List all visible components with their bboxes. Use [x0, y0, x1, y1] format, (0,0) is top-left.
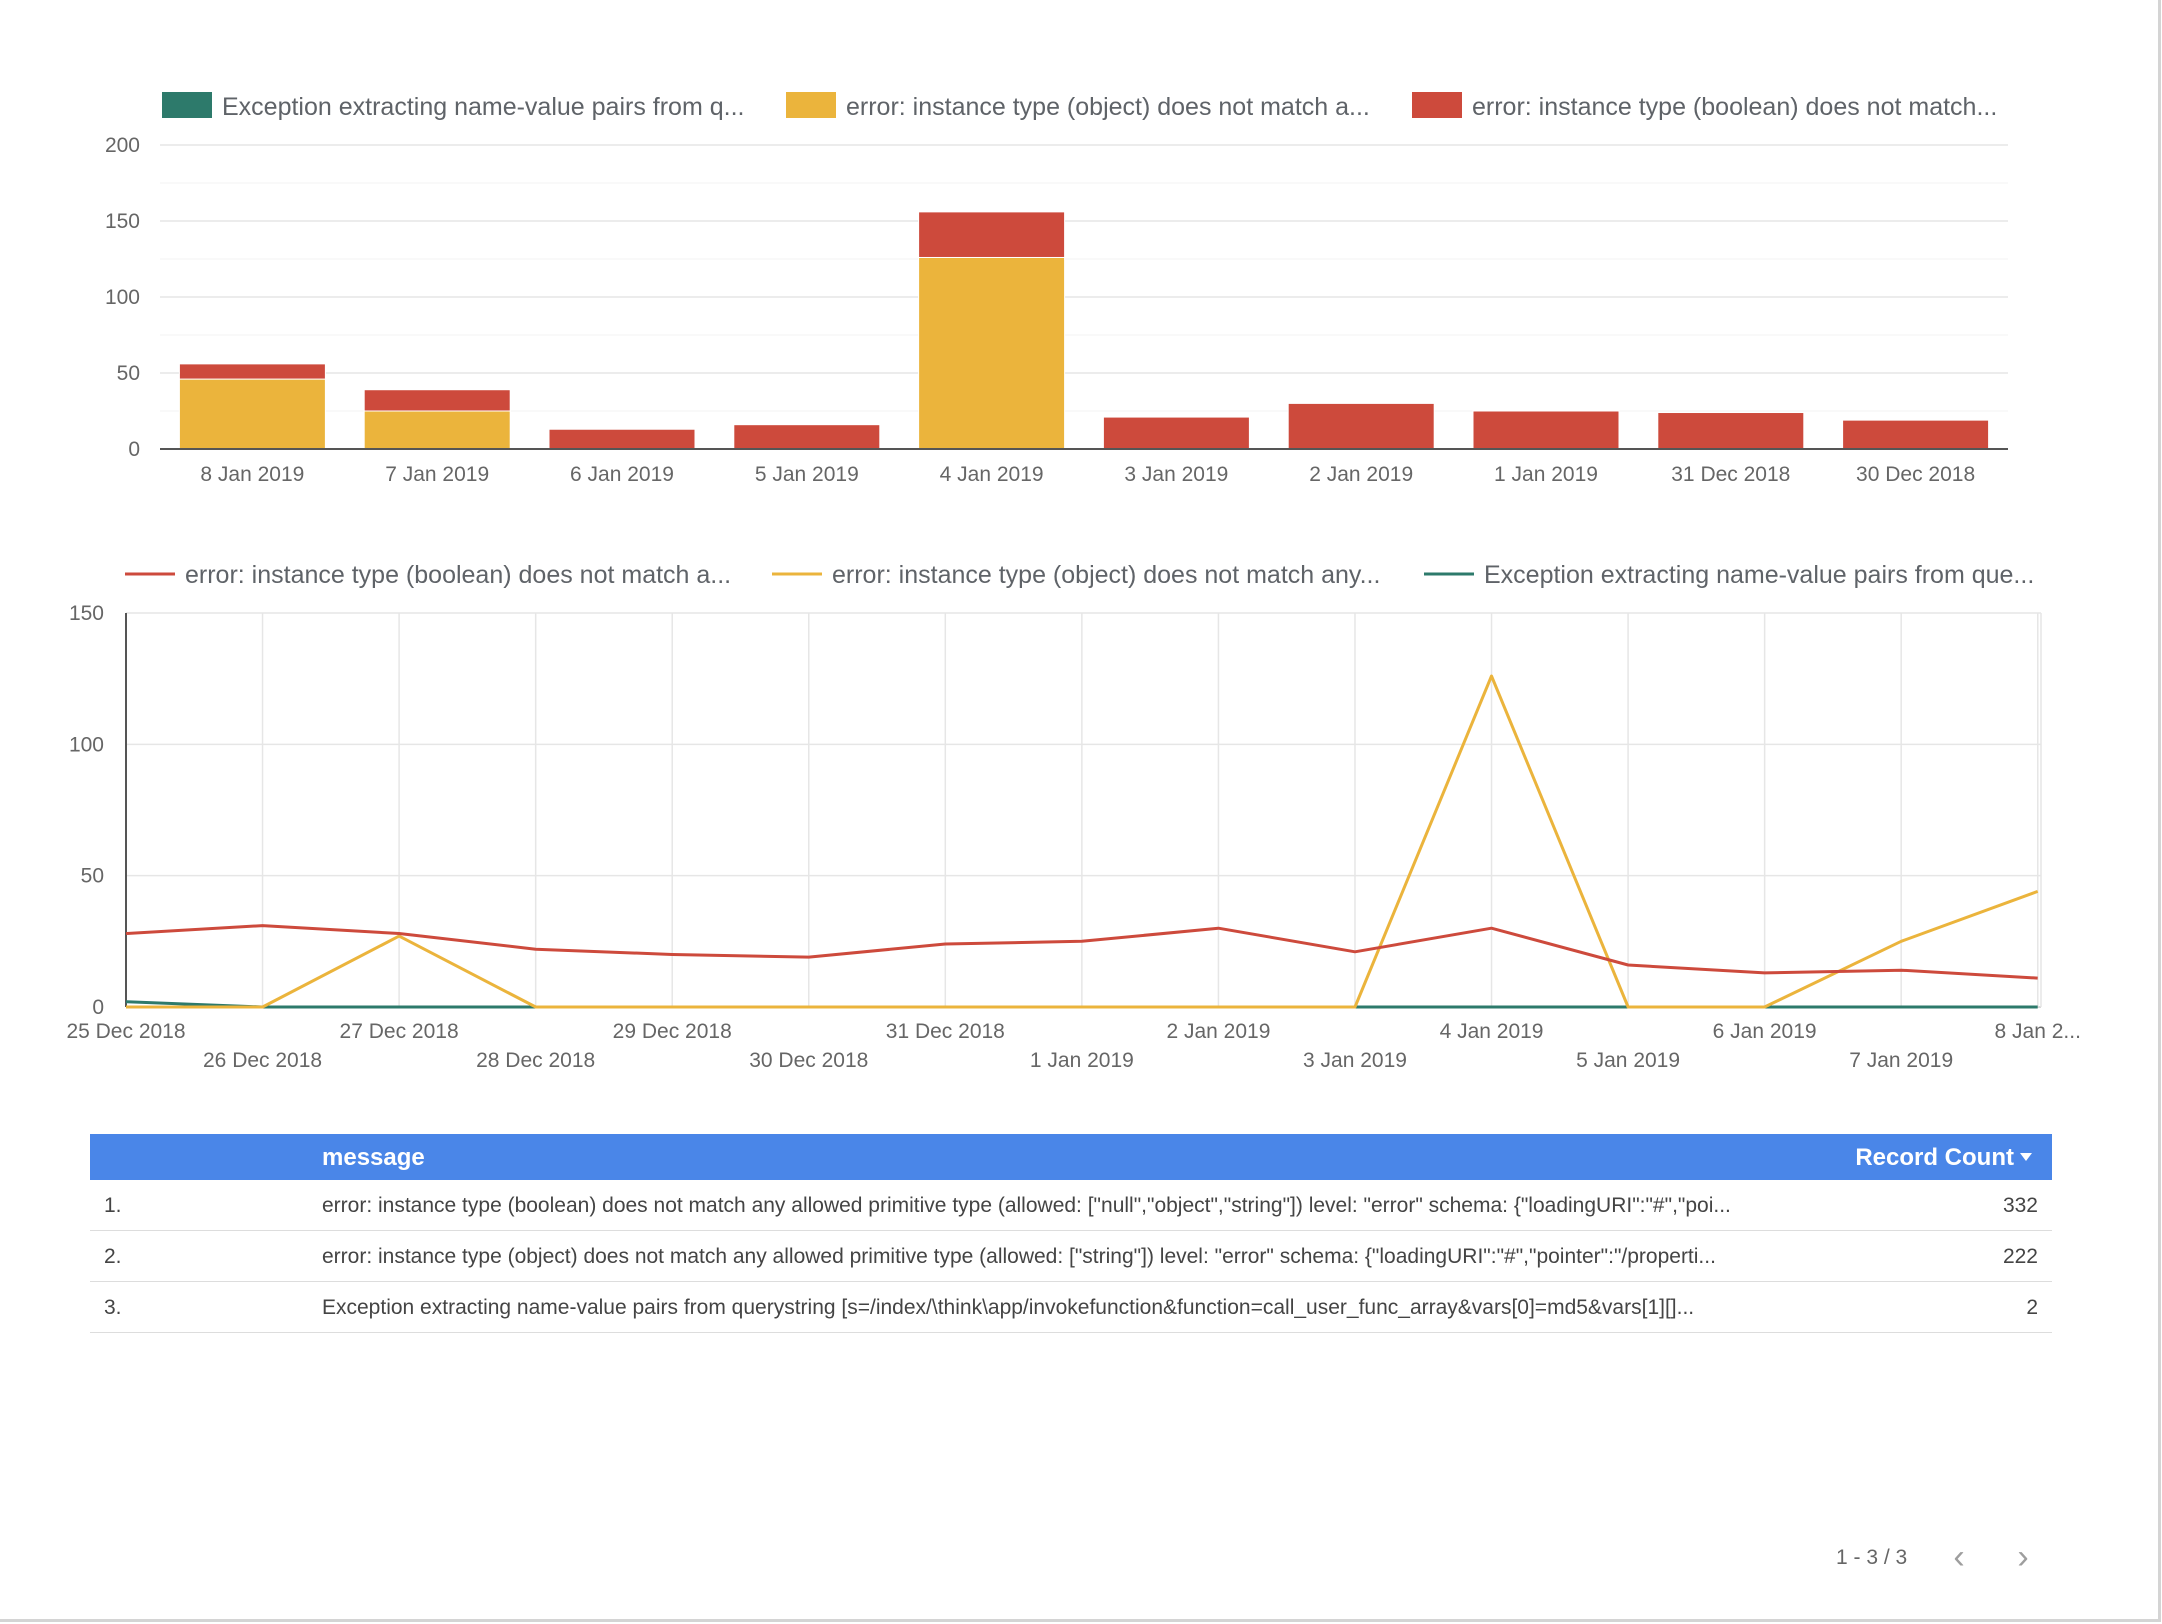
row-index: 1.	[104, 1194, 122, 1217]
x-tick-label: 5 Jan 2019	[755, 463, 859, 486]
x-tick-label: 4 Jan 2019	[940, 463, 1044, 486]
row-index: 2.	[104, 1245, 122, 1268]
y-tick-label: 0	[128, 438, 140, 461]
x-tick-label: 30 Dec 2018	[1856, 463, 1975, 486]
line-chart: error: instance type (boolean) does not …	[66, 561, 2081, 1072]
x-tick-label: 8 Jan 2...	[1995, 1020, 2081, 1043]
row-message: error: instance type (object) does not m…	[322, 1245, 1716, 1268]
x-tick-label: 5 Jan 2019	[1576, 1049, 1680, 1072]
stacked-bar-chart: Exception extracting name-value pairs fr…	[105, 92, 2008, 486]
x-tick-label: 2 Jan 2019	[1166, 1020, 1270, 1043]
column-header-message[interactable]: message	[322, 1144, 425, 1172]
row-message: error: instance type (boolean) does not …	[322, 1194, 1731, 1217]
bar-segment	[733, 424, 881, 450]
legend-swatch	[162, 92, 212, 118]
table-row[interactable]: 2. error: instance type (object) does no…	[90, 1231, 2052, 1282]
x-tick-label: 4 Jan 2019	[1440, 1020, 1544, 1043]
legend-swatch	[1412, 92, 1462, 118]
x-tick-label: 30 Dec 2018	[749, 1049, 868, 1072]
row-message: Exception extracting name-value pairs fr…	[322, 1296, 1695, 1319]
bar-segment	[1842, 419, 1990, 450]
next-page-icon[interactable]: ›	[2008, 1540, 2038, 1574]
legend-label: Exception extracting name-value pairs fr…	[1484, 561, 2034, 589]
x-tick-label: 1 Jan 2019	[1494, 463, 1598, 486]
x-tick-label: 26 Dec 2018	[203, 1049, 322, 1072]
y-tick-label: 150	[105, 210, 140, 233]
legend-label: Exception extracting name-value pairs fr…	[222, 93, 744, 121]
bar-segment	[363, 389, 511, 412]
x-tick-label: 7 Jan 2019	[1849, 1049, 1953, 1072]
x-tick-label: 1 Jan 2019	[1030, 1049, 1134, 1072]
bar-segment	[363, 410, 511, 450]
sort-descending-icon[interactable]	[2020, 1153, 2032, 1161]
legend-label: error: instance type (boolean) does not …	[185, 561, 731, 589]
y-tick-label: 0	[92, 996, 104, 1019]
row-record-count: 222	[2002, 1245, 2038, 1268]
table-header: message Record Count	[90, 1134, 2052, 1180]
table-row[interactable]: 3. Exception extracting name-value pairs…	[90, 1282, 2052, 1333]
y-tick-label: 50	[117, 362, 140, 385]
y-tick-label: 100	[105, 286, 140, 309]
x-tick-label: 29 Dec 2018	[613, 1020, 732, 1043]
legend-swatch	[786, 92, 836, 118]
bar-segment	[548, 428, 696, 450]
bar-segment	[178, 363, 326, 380]
y-tick-label: 150	[69, 602, 104, 625]
previous-page-icon[interactable]: ‹	[1944, 1540, 1974, 1574]
legend-label: error: instance type (object) does not m…	[832, 561, 1380, 589]
bar-segment	[1472, 410, 1620, 450]
x-tick-label: 31 Dec 2018	[1671, 463, 1790, 486]
x-tick-label: 6 Jan 2019	[570, 463, 674, 486]
y-tick-label: 100	[69, 733, 104, 756]
table-row[interactable]: 1. error: instance type (boolean) does n…	[90, 1180, 2052, 1231]
x-tick-label: 7 Jan 2019	[385, 463, 489, 486]
bar-segment	[178, 378, 326, 450]
y-tick-label: 200	[105, 134, 140, 157]
x-tick-label: 31 Dec 2018	[886, 1020, 1005, 1043]
x-tick-label: 27 Dec 2018	[340, 1020, 459, 1043]
bar-segment	[1287, 402, 1435, 450]
bar-segment	[1102, 416, 1250, 450]
message-table: message Record Count 1. error: instance …	[90, 1134, 2052, 1333]
column-header-record-count[interactable]: Record Count	[1855, 1144, 2014, 1172]
x-tick-label: 2 Jan 2019	[1309, 463, 1413, 486]
row-index: 3.	[104, 1296, 122, 1319]
x-tick-label: 25 Dec 2018	[66, 1020, 185, 1043]
x-tick-label: 6 Jan 2019	[1713, 1020, 1817, 1043]
row-record-count: 332	[2002, 1194, 2038, 1217]
row-record-count: 2	[2026, 1296, 2038, 1319]
legend-label: error: instance type (object) does not m…	[846, 93, 1370, 121]
x-tick-label: 28 Dec 2018	[476, 1049, 595, 1072]
y-tick-label: 50	[81, 865, 104, 888]
x-tick-label: 3 Jan 2019	[1124, 463, 1228, 486]
x-tick-label: 8 Jan 2019	[200, 463, 304, 486]
legend-label: error: instance type (boolean) does not …	[1472, 93, 1997, 121]
bar-segment	[1657, 412, 1805, 450]
bar-segment	[918, 256, 1066, 450]
pagination-range: 1 - 3 / 3	[1836, 1546, 1908, 1569]
x-tick-label: 3 Jan 2019	[1303, 1049, 1407, 1072]
bar-segment	[918, 211, 1066, 258]
